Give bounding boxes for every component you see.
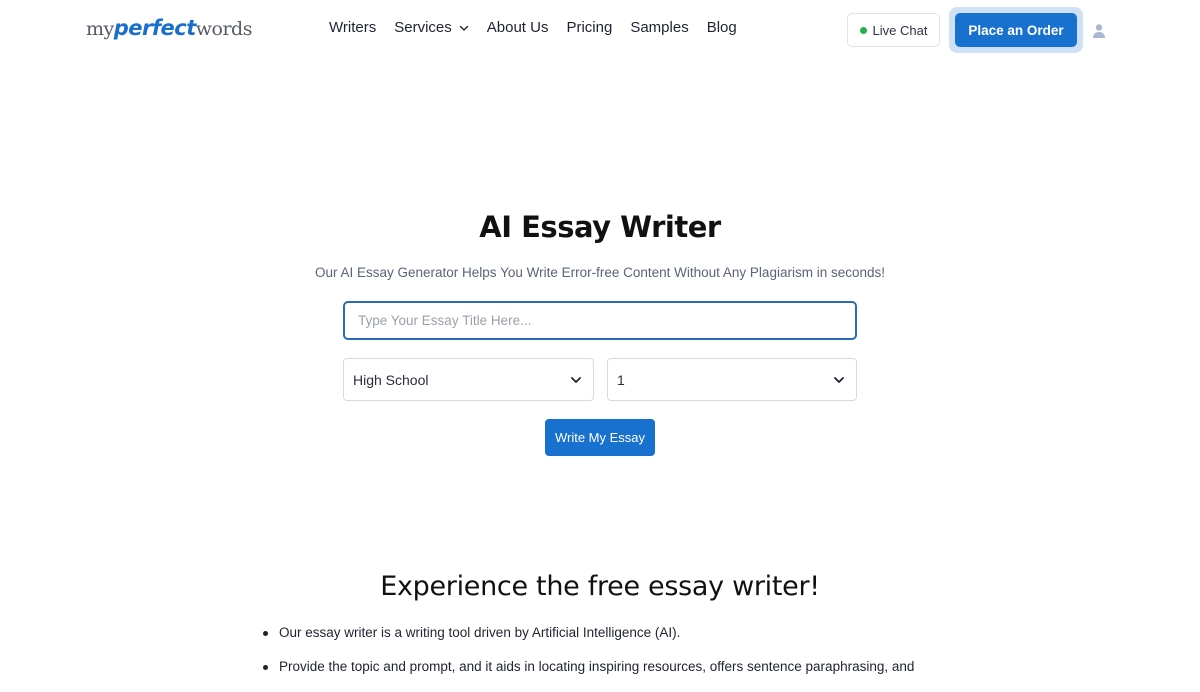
section-title: Experience the free essay writer! — [380, 571, 820, 602]
live-chat-button[interactable]: Live Chat — [847, 13, 940, 47]
nav-blog[interactable]: Blog — [707, 19, 737, 36]
nav-services[interactable]: Services — [394, 19, 469, 36]
page-count-select[interactable]: 1 — [607, 358, 857, 401]
nav-services-label: Services — [394, 19, 452, 36]
main-nav: Writers Services About Us Pricing Sample… — [329, 19, 755, 36]
essay-title-input[interactable] — [343, 301, 857, 340]
nav-about-us[interactable]: About Us — [487, 19, 549, 36]
page-count-value: 1 — [617, 371, 625, 388]
chevron-down-icon — [459, 25, 468, 31]
page-title: AI Essay Writer — [479, 210, 721, 244]
nav-pricing[interactable]: Pricing — [566, 19, 612, 36]
nav-samples[interactable]: Samples — [630, 19, 688, 36]
academic-level-select[interactable]: High School — [343, 358, 594, 401]
feature-list: Our essay writer is a writing tool drive… — [262, 624, 962, 692]
chevron-down-icon — [834, 376, 844, 383]
site-logo[interactable]: my perfect words — [86, 16, 252, 46]
write-my-essay-button[interactable]: Write My Essay — [545, 419, 655, 456]
place-order-focus-ring: Place an Order — [949, 7, 1083, 53]
online-status-dot-icon — [859, 26, 867, 34]
chevron-down-icon — [571, 376, 581, 383]
site-header: my perfect words Writers Services About … — [0, 0, 1200, 62]
logo-part-words: words — [195, 18, 253, 40]
academic-level-value: High School — [353, 371, 429, 388]
page-subtitle: Our AI Essay Generator Helps You Write E… — [314, 265, 885, 280]
logo-part-perfect: perfect — [113, 16, 197, 40]
nav-writers[interactable]: Writers — [329, 19, 376, 36]
place-order-button[interactable]: Place an Order — [955, 13, 1077, 47]
list-item: Our essay writer is a writing tool drive… — [262, 624, 962, 642]
logo-part-my: my — [86, 18, 114, 40]
live-chat-label: Live Chat — [872, 22, 928, 38]
list-item: Provide the topic and prompt, and it aid… — [262, 658, 962, 676]
user-icon[interactable] — [1091, 23, 1107, 39]
